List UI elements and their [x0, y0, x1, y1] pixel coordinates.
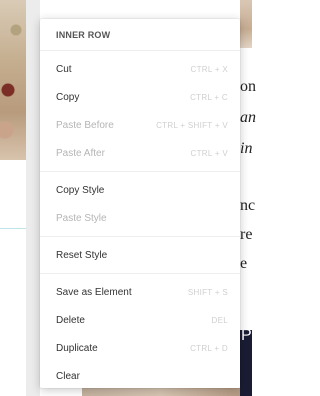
menu-item-shortcut: CTRL + SHIFT + V — [156, 120, 228, 130]
menu-item-label: Delete — [56, 314, 85, 326]
menu-item-cut[interactable]: Cut CTRL + X — [40, 55, 240, 83]
menu-separator — [40, 171, 240, 172]
menu-separator — [40, 236, 240, 237]
menu-item-shortcut: SHIFT + S — [187, 287, 228, 297]
menu-item-shortcut: CTRL + C — [190, 92, 228, 102]
background-text-line: nc — [240, 197, 256, 214]
background-image-bottom — [82, 388, 240, 396]
menu-item-label: Paste Style — [56, 212, 107, 224]
menu-item-paste-style[interactable]: Paste Style — [40, 204, 240, 232]
background-text-line: in — [240, 140, 253, 157]
menu-item-paste-before[interactable]: Paste Before CTRL + SHIFT + V — [40, 111, 240, 139]
menu-item-duplicate[interactable]: Duplicate CTRL + D — [40, 334, 240, 362]
menu-item-shortcut: CTRL + X — [190, 64, 228, 74]
menu-item-label: Paste After — [56, 147, 105, 159]
background-text-line: on — [240, 78, 256, 95]
menu-item-label: Copy Style — [56, 184, 105, 196]
menu-item-label: Copy — [56, 91, 80, 103]
menu-item-label: Duplicate — [56, 342, 98, 354]
menu-title: INNER ROW — [40, 19, 240, 51]
menu-item-copy-style[interactable]: Copy Style — [40, 176, 240, 204]
menu-item-label: Cut — [56, 63, 72, 75]
background-image-left — [0, 0, 26, 160]
menu-item-reset-style[interactable]: Reset Style — [40, 241, 240, 269]
menu-item-shortcut: DEL — [211, 315, 228, 325]
background-image-right — [240, 0, 252, 48]
context-menu: INNER ROW Cut CTRL + X Copy CTRL + C Pas… — [40, 19, 240, 388]
background-dark-panel-text: P — [241, 327, 252, 344]
background-text-line: e — [240, 255, 248, 272]
background-text-line: re — [240, 226, 253, 243]
menu-item-copy[interactable]: Copy CTRL + C — [40, 83, 240, 111]
menu-item-shortcut: CTRL + D — [190, 343, 228, 353]
background-gutter — [26, 0, 40, 396]
menu-item-label: Clear — [56, 370, 80, 382]
menu-item-label: Save as Element — [56, 286, 132, 298]
menu-item-label: Paste Before — [56, 119, 114, 131]
background-text-line: an — [240, 109, 256, 126]
menu-separator — [40, 273, 240, 274]
menu-item-label: Reset Style — [56, 249, 108, 261]
menu-item-shortcut: CTRL + V — [190, 148, 228, 158]
menu-item-save-as-element[interactable]: Save as Element SHIFT + S — [40, 278, 240, 306]
menu-item-clear[interactable]: Clear — [40, 362, 240, 388]
background-divider — [0, 228, 26, 229]
menu-item-delete[interactable]: Delete DEL — [40, 306, 240, 334]
menu-item-paste-after[interactable]: Paste After CTRL + V — [40, 139, 240, 167]
